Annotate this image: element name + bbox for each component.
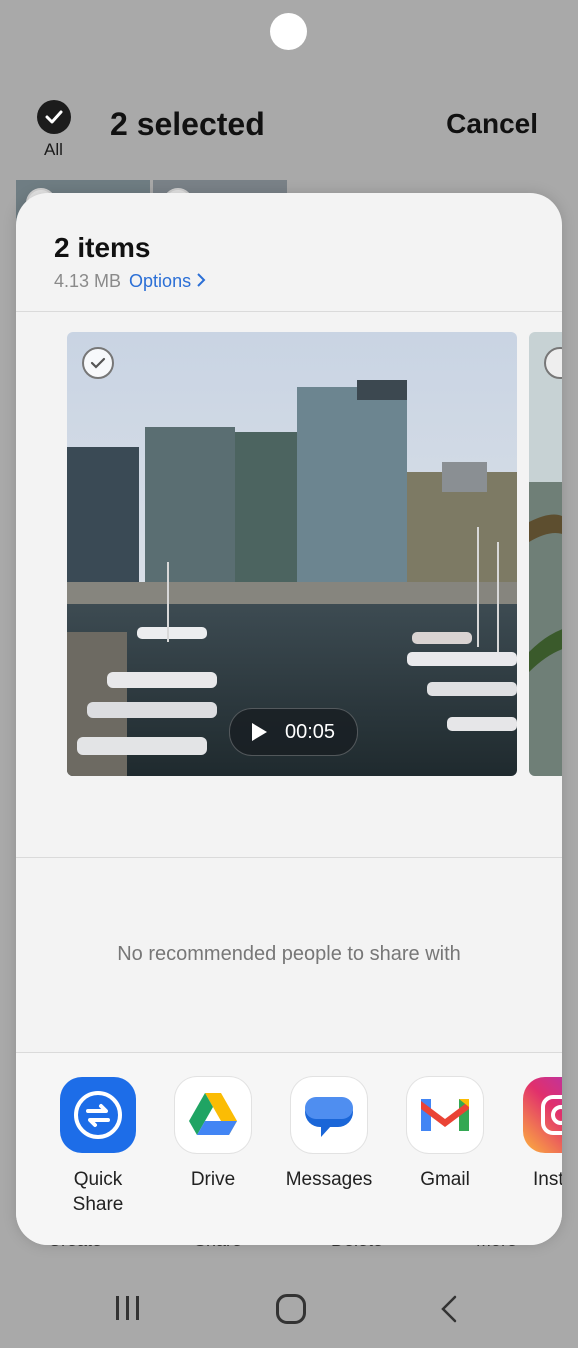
no-recommendations-text: No recommended people to share with — [117, 943, 461, 965]
share-app-quick-share[interactable]: Quick Share — [48, 1077, 148, 1217]
app-label: Messages — [285, 1169, 373, 1190]
divider — [16, 857, 562, 858]
total-size: 4.13 MB — [54, 271, 122, 291]
drive-icon — [175, 1077, 251, 1153]
app-label: Quick — [73, 1169, 123, 1190]
chevron-right-icon — [197, 273, 206, 287]
play-button[interactable]: 00:05 — [229, 708, 358, 756]
video-duration: 00:05 — [285, 721, 336, 743]
play-icon — [252, 723, 267, 741]
cancel-button[interactable]: Cancel — [446, 108, 538, 140]
size-row: 4.13 MB Options — [54, 271, 206, 292]
app-label: Gmail — [420, 1169, 470, 1190]
quick-share-icon — [60, 1077, 136, 1153]
share-app-messages[interactable]: Messages — [279, 1077, 379, 1192]
video-preview[interactable]: 00:05 — [67, 332, 517, 776]
next-item-thumbnail — [529, 332, 562, 776]
share-apps-row: Quick Share Drive Messages Gmail Inst — [16, 1053, 562, 1245]
options-label: Options — [129, 271, 192, 291]
back-icon — [441, 1295, 457, 1323]
item-checkbox[interactable] — [82, 347, 114, 379]
check-icon — [45, 110, 63, 124]
check-icon — [90, 357, 106, 369]
share-app-drive[interactable]: Drive — [163, 1077, 263, 1192]
share-app-gmail[interactable]: Gmail — [395, 1077, 495, 1192]
selection-count-title: 2 selected — [110, 106, 265, 142]
back-button[interactable] — [440, 1295, 458, 1328]
recent-apps-button[interactable] — [116, 1296, 146, 1325]
options-link[interactable]: Options — [129, 271, 206, 291]
items-count-title: 2 items — [54, 232, 151, 263]
front-camera — [270, 13, 307, 50]
home-button[interactable] — [276, 1294, 306, 1324]
gmail-icon — [407, 1077, 483, 1153]
next-item-preview[interactable] — [529, 332, 562, 776]
app-label: Drive — [190, 1169, 236, 1190]
messages-icon — [291, 1077, 367, 1153]
select-all-label: All — [44, 140, 63, 159]
divider — [16, 311, 562, 312]
share-sheet: 2 items 4.13 MB Options 00:05 No recomme… — [16, 193, 562, 1245]
share-app-instagram[interactable]: Instag — [511, 1077, 562, 1192]
app-label: Share — [72, 1194, 124, 1215]
instagram-icon — [523, 1077, 562, 1153]
select-all-checkbox[interactable] — [37, 100, 71, 134]
app-label: Instag — [533, 1169, 562, 1190]
